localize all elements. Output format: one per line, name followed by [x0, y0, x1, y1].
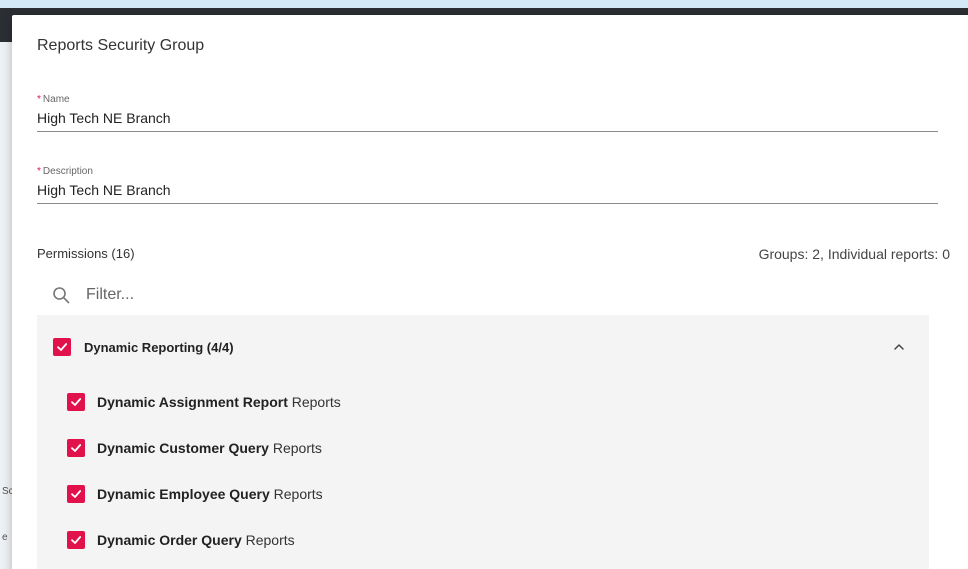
item-checkbox[interactable] [67, 531, 85, 549]
item-checkbox[interactable] [67, 393, 85, 411]
permission-group-panel: Dynamic Reporting (4/4) Dynamic Assignme… [37, 315, 929, 569]
permission-item-list: Dynamic Assignment Report Reports Dynami… [37, 379, 929, 563]
chevron-up-icon[interactable] [891, 339, 907, 355]
name-label: * Name [37, 94, 70, 105]
group-label: Dynamic Reporting (4/4) [84, 339, 234, 355]
checkmark-icon [57, 343, 68, 351]
permission-item[interactable]: Dynamic Order Query Reports [37, 517, 929, 563]
item-suffix: Reports [245, 532, 295, 548]
background-text-fragment: e [2, 532, 8, 543]
required-mark: * [37, 166, 41, 177]
dialog-title: Reports Security Group [37, 37, 205, 54]
permissions-title: Permissions (16) [37, 246, 135, 261]
checkmark-icon [71, 536, 82, 544]
filter-box[interactable] [52, 283, 352, 307]
item-name: Dynamic Order Query [97, 532, 242, 548]
item-suffix: Reports [272, 440, 322, 456]
item-label: Dynamic Customer Query Reports [97, 440, 322, 456]
search-icon [53, 287, 70, 304]
item-checkbox[interactable] [67, 439, 85, 457]
name-value[interactable]: High Tech NE Branch [37, 107, 938, 131]
checkmark-icon [71, 490, 82, 498]
description-label: * Description [37, 166, 93, 177]
checkmark-icon [71, 444, 82, 452]
item-name: Dynamic Employee Query [97, 486, 270, 502]
filter-input[interactable] [84, 285, 328, 305]
item-label: Dynamic Assignment Report Reports [97, 394, 341, 410]
permission-item[interactable]: Dynamic Customer Query Reports [37, 425, 929, 471]
item-label: Dynamic Employee Query Reports [97, 486, 323, 502]
checkmark-icon [71, 398, 82, 406]
permissions-summary: Groups: 2, Individual reports: 0 [758, 246, 950, 262]
description-value[interactable]: High Tech NE Branch [37, 179, 938, 203]
app-background-panel: Sc e [0, 42, 14, 569]
security-group-dialog: Reports Security Group * Name High Tech N… [12, 15, 968, 569]
permission-item[interactable]: Dynamic Assignment Report Reports [37, 379, 929, 425]
item-suffix: Reports [291, 394, 341, 410]
permission-item[interactable]: Dynamic Employee Query Reports [37, 471, 929, 517]
required-mark: * [37, 94, 41, 105]
name-field[interactable]: * Name High Tech NE Branch [37, 93, 938, 132]
item-label: Dynamic Order Query Reports [97, 532, 295, 548]
description-field[interactable]: * Description High Tech NE Branch [37, 165, 938, 204]
group-checkbox[interactable] [53, 338, 71, 356]
item-name: Dynamic Customer Query [97, 440, 269, 456]
item-name: Dynamic Assignment Report [97, 394, 288, 410]
item-suffix: Reports [273, 486, 323, 502]
item-checkbox[interactable] [67, 485, 85, 503]
permission-group-header[interactable]: Dynamic Reporting (4/4) [37, 315, 929, 379]
